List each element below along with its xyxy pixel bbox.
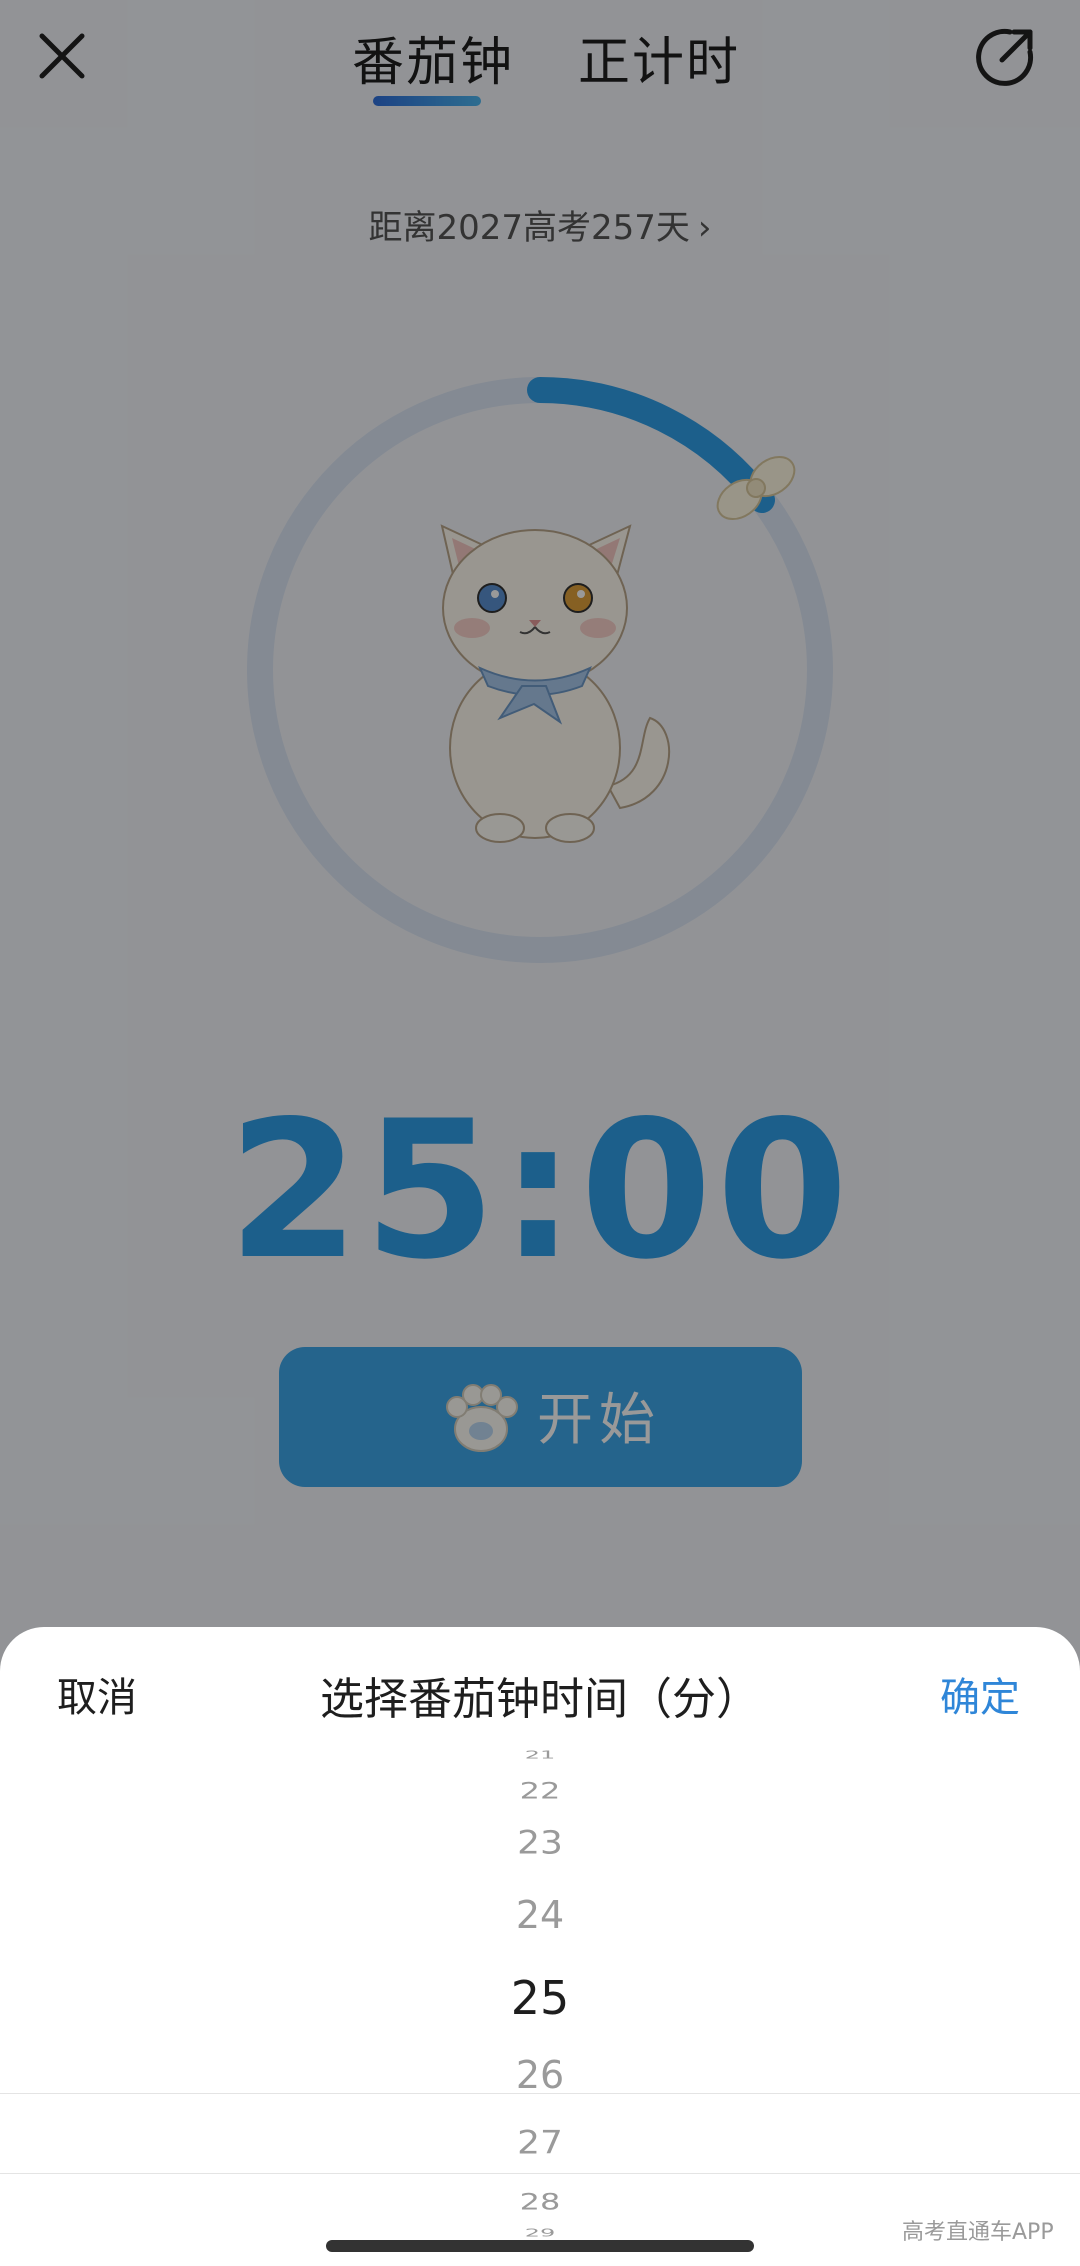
picker-item[interactable]: 22 <box>0 1778 1080 1805</box>
picker-item[interactable]: 26 <box>0 2053 1080 2097</box>
picker-item[interactable]: 23 <box>0 1825 1080 1861</box>
app-watermark: 高考直通车APP <box>902 2220 1054 2245</box>
picker-item[interactable]: 27 <box>0 2125 1080 2161</box>
picker-item[interactable]: 28 <box>0 2189 1080 2216</box>
picker-selection-bottom-line <box>0 2173 1080 2174</box>
confirm-button[interactable]: 确定 <box>940 1665 1020 1723</box>
minutes-picker-wheel[interactable]: 21 22 23 24 25 26 27 28 29 <box>0 1749 1080 2266</box>
home-indicator[interactable] <box>326 2240 754 2252</box>
picker-item[interactable]: 21 <box>0 1749 1080 1762</box>
sheet-title: 选择番茄钟时间（分） <box>320 1674 760 1725</box>
picker-item-selected[interactable]: 25 <box>0 1971 1080 2025</box>
picker-item[interactable]: 24 <box>0 1893 1080 1937</box>
duration-picker-sheet: 取消 选择番茄钟时间（分） 确定 21 22 23 24 25 26 27 28… <box>0 1627 1080 2266</box>
